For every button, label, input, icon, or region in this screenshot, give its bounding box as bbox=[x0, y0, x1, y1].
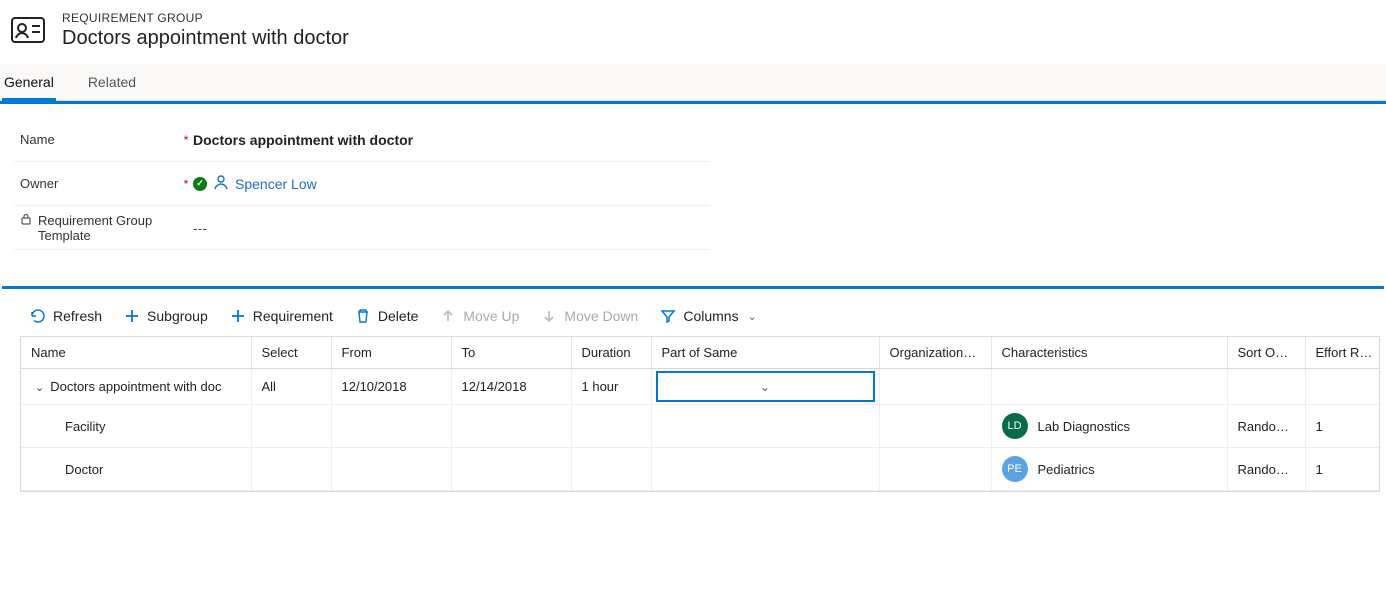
columns-button[interactable]: Columns ⌄ bbox=[656, 306, 760, 326]
cell-from[interactable] bbox=[331, 405, 451, 448]
chevron-down-icon: ⌄ bbox=[760, 380, 770, 394]
move-down-button: Move Down bbox=[537, 306, 642, 326]
tab-related[interactable]: Related bbox=[86, 64, 138, 101]
field-template: Requirement Group Template --- bbox=[14, 206, 710, 250]
col-name[interactable]: Name bbox=[21, 337, 251, 369]
cell-effort-required[interactable] bbox=[1305, 369, 1380, 405]
col-from[interactable]: From bbox=[331, 337, 451, 369]
cell-sort-option[interactable]: Randomize bbox=[1227, 448, 1305, 491]
col-organizational-unit[interactable]: Organizational Unit bbox=[879, 337, 991, 369]
col-effort-required[interactable]: Effort Require bbox=[1305, 337, 1380, 369]
cell-org-unit[interactable] bbox=[879, 369, 991, 405]
required-mark: * bbox=[179, 177, 193, 191]
row-name-text: Facility bbox=[65, 419, 105, 434]
avatar: LD bbox=[1002, 413, 1028, 439]
move-up-button: Move Up bbox=[436, 306, 523, 326]
cell-select[interactable] bbox=[251, 448, 331, 491]
cell-part-of-same[interactable] bbox=[651, 405, 879, 448]
col-sort-option[interactable]: Sort Option bbox=[1227, 337, 1305, 369]
col-duration[interactable]: Duration bbox=[571, 337, 651, 369]
cell-characteristics[interactable] bbox=[991, 369, 1227, 405]
part-of-same-combobox[interactable]: ⌄Organizational UnitResource TreeLocatio… bbox=[656, 371, 875, 402]
cell-sort-option[interactable]: Randomize bbox=[1227, 405, 1305, 448]
row-name-text: Doctor bbox=[65, 462, 103, 477]
cell-characteristics[interactable]: PE Pediatrics bbox=[991, 448, 1227, 491]
col-characteristics[interactable]: Characteristics bbox=[991, 337, 1227, 369]
cell-name[interactable]: Facility bbox=[21, 405, 251, 448]
owner-link[interactable]: Spencer Low bbox=[213, 174, 317, 193]
table-row[interactable]: ⌄ Doctors appointment with doc All12/10/20… bbox=[21, 369, 1380, 405]
name-value[interactable]: Doctors appointment with doctor bbox=[193, 132, 413, 148]
col-to[interactable]: To bbox=[451, 337, 571, 369]
cell-name[interactable]: Doctor bbox=[21, 448, 251, 491]
cell-part-of-same[interactable] bbox=[651, 448, 879, 491]
subgrid-section: Refresh Subgroup Requirement Delete Move… bbox=[2, 286, 1384, 492]
form-section: Name * Doctors appointment with doctor O… bbox=[14, 104, 710, 268]
cell-select[interactable]: All bbox=[251, 369, 331, 405]
cell-effort-required[interactable]: 1 bbox=[1305, 448, 1380, 491]
subgroup-button[interactable]: Subgroup bbox=[120, 306, 212, 326]
template-value: --- bbox=[193, 220, 207, 236]
table-row[interactable]: Facility LD Lab Diagnostics Randomize1 bbox=[21, 405, 1380, 448]
field-name[interactable]: Name * Doctors appointment with doctor bbox=[14, 118, 710, 162]
entity-type-label: REQUIREMENT GROUP bbox=[62, 11, 349, 25]
person-icon bbox=[213, 174, 229, 193]
cell-duration[interactable]: 1 hour bbox=[571, 369, 651, 405]
cell-part-of-same[interactable]: ⌄Organizational UnitResource TreeLocatio… bbox=[651, 369, 879, 405]
cell-to[interactable]: 12/14/2018 bbox=[451, 369, 571, 405]
delete-button[interactable]: Delete bbox=[351, 306, 422, 326]
presence-available-icon bbox=[193, 177, 207, 191]
grid-header-row: Name Select From To Duration Part of Sam… bbox=[21, 337, 1380, 369]
lock-icon bbox=[20, 213, 32, 228]
cell-sort-option[interactable] bbox=[1227, 369, 1305, 405]
cell-from[interactable]: 12/10/2018 bbox=[331, 369, 451, 405]
template-label: Requirement Group Template bbox=[38, 213, 168, 243]
cell-select[interactable] bbox=[251, 405, 331, 448]
owner-name: Spencer Low bbox=[235, 176, 317, 192]
entity-icon bbox=[8, 10, 48, 50]
grid-toolbar: Refresh Subgroup Requirement Delete Move… bbox=[2, 298, 1384, 336]
expand-icon[interactable]: ⌄ bbox=[35, 381, 44, 394]
cell-to[interactable] bbox=[451, 405, 571, 448]
page-title: Doctors appointment with doctor bbox=[62, 27, 349, 50]
chevron-down-icon: ⌄ bbox=[748, 310, 757, 323]
cell-to[interactable] bbox=[451, 448, 571, 491]
requirement-button[interactable]: Requirement bbox=[226, 306, 337, 326]
cell-duration[interactable] bbox=[571, 448, 651, 491]
required-mark: * bbox=[179, 133, 193, 147]
name-label: Name bbox=[20, 132, 55, 147]
cell-characteristics[interactable]: LD Lab Diagnostics bbox=[991, 405, 1227, 448]
cell-name[interactable]: ⌄ Doctors appointment with doc bbox=[21, 369, 251, 405]
row-name-text: Doctors appointment with doc bbox=[50, 379, 221, 394]
tab-general[interactable]: General bbox=[2, 64, 56, 101]
avatar: PE bbox=[1002, 456, 1028, 482]
col-part-of-same[interactable]: Part of Same bbox=[651, 337, 879, 369]
col-select[interactable]: Select bbox=[251, 337, 331, 369]
characteristic-label: Pediatrics bbox=[1038, 462, 1095, 477]
field-owner[interactable]: Owner * Spencer Low bbox=[14, 162, 710, 206]
table-row[interactable]: Doctor PE Pediatrics Randomize1 bbox=[21, 448, 1380, 491]
requirements-grid[interactable]: Name Select From To Duration Part of Sam… bbox=[20, 336, 1380, 492]
cell-duration[interactable] bbox=[571, 405, 651, 448]
page-header: REQUIREMENT GROUP Doctors appointment wi… bbox=[0, 0, 1386, 64]
cell-org-unit[interactable] bbox=[879, 448, 991, 491]
tab-bar: General Related bbox=[0, 64, 1386, 101]
refresh-button[interactable]: Refresh bbox=[26, 306, 106, 326]
characteristic-label: Lab Diagnostics bbox=[1038, 419, 1131, 434]
cell-from[interactable] bbox=[331, 448, 451, 491]
owner-label: Owner bbox=[20, 176, 58, 191]
cell-effort-required[interactable]: 1 bbox=[1305, 405, 1380, 448]
cell-org-unit[interactable] bbox=[879, 405, 991, 448]
